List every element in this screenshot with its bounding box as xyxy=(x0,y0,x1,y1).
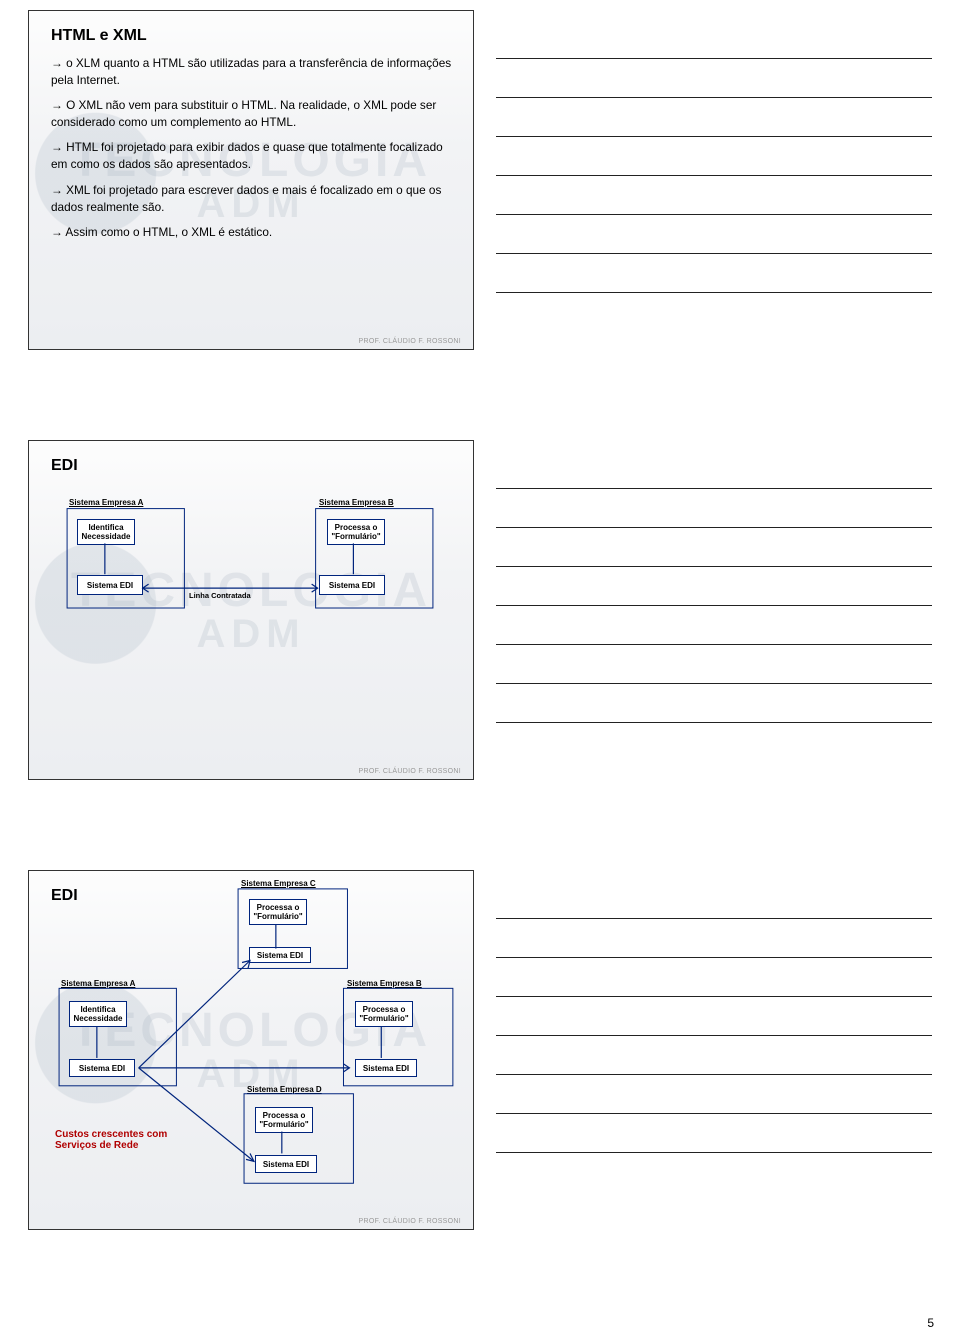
diagram-lines xyxy=(29,441,473,779)
slide1-body: → o XLM quanto a HTML são utilizadas par… xyxy=(51,55,455,241)
slide-footer: PROF. CLÁUDIO F. ROSSONI xyxy=(359,768,462,775)
box-processa: Processa o "Formulário" xyxy=(327,519,385,545)
bullet: → XML foi projetado para escrever dados … xyxy=(51,182,455,216)
notes-area-2 xyxy=(496,440,932,860)
label-empresa-a: Sistema Empresa A xyxy=(69,498,143,507)
label-linha: Linha Contratada xyxy=(189,591,251,600)
slide-html-xml: TECNOLOGIA ADM HTML e XML → o XLM quanto… xyxy=(28,10,474,350)
label-empresa-a: Sistema Empresa A xyxy=(61,979,135,988)
bullet: → O XML não vem para substituir o HTML. … xyxy=(51,97,455,131)
box-identifica: Identifica Necessidade xyxy=(77,519,135,545)
slide-footer: PROF. CLÁUDIO F. ROSSONI xyxy=(359,338,462,345)
slide1-title: HTML e XML xyxy=(51,27,455,45)
box-sedi-c: Sistema EDI xyxy=(249,947,311,963)
box-sistema-edi-b: Sistema EDI xyxy=(319,575,385,595)
box-sedi-a: Sistema EDI xyxy=(69,1059,135,1077)
row-1: TECNOLOGIA ADM HTML e XML → o XLM quanto… xyxy=(0,0,960,430)
notes-area-3 xyxy=(496,870,932,1310)
box-sedi-b: Sistema EDI xyxy=(355,1059,417,1077)
label-empresa-b: Sistema Empresa B xyxy=(319,498,394,507)
box-sistema-edi-a: Sistema EDI xyxy=(77,575,143,595)
notes-area-1 xyxy=(496,10,932,430)
label-empresa-b: Sistema Empresa B xyxy=(347,979,422,988)
bullet: → HTML foi projetado para exibir dados e… xyxy=(51,139,455,173)
slide-edi-2: TECNOLOGIA ADM EDI xyxy=(28,870,474,1230)
bullet: → o XLM quanto a HTML são utilizadas par… xyxy=(51,55,455,89)
box-processa-b: Processa o "Formulário" xyxy=(355,1001,413,1027)
label-empresa-d: Sistema Empresa D xyxy=(247,1085,322,1094)
cost-note: Custos crescentes com Serviços de Rede xyxy=(55,1129,195,1151)
slide2-title: EDI xyxy=(51,457,455,475)
slide-edi-1: TECNOLOGIA ADM EDI Sistema xyxy=(28,440,474,780)
row-2: TECNOLOGIA ADM EDI Sistema xyxy=(0,430,960,860)
bullet: → Assim como o HTML, o XML é estático. xyxy=(51,224,455,241)
page-number: 5 xyxy=(927,1316,934,1330)
row-3: TECNOLOGIA ADM EDI xyxy=(0,860,960,1310)
box-identifica-a: Identifica Necessidade xyxy=(69,1001,127,1027)
slide-footer: PROF. CLÁUDIO F. ROSSONI xyxy=(359,1218,462,1225)
slide3-title: EDI xyxy=(51,887,455,905)
box-processa-d: Processa o "Formulário" xyxy=(255,1107,313,1133)
page: TECNOLOGIA ADM HTML e XML → o XLM quanto… xyxy=(0,0,960,1340)
box-sedi-d: Sistema EDI xyxy=(255,1155,317,1173)
